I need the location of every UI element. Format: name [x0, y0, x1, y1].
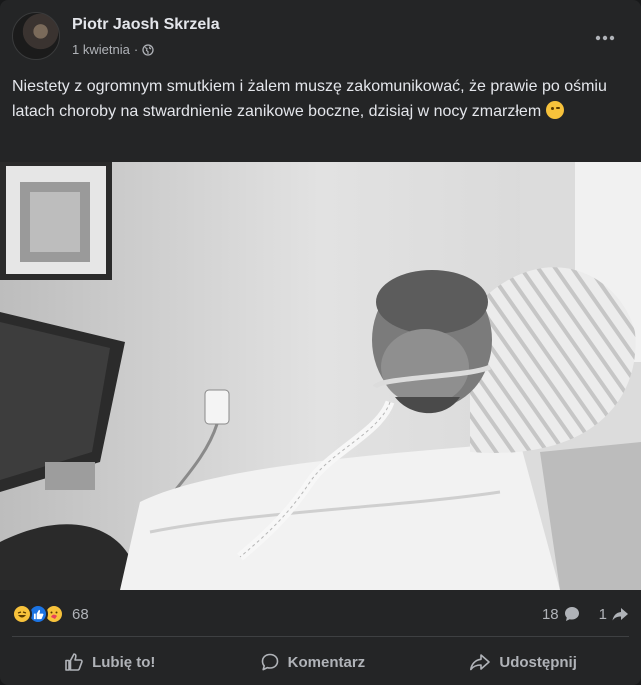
share-icon [470, 654, 491, 671]
globe-icon[interactable] [142, 43, 154, 56]
engagement-counts: 18 1 [542, 605, 629, 623]
reactions-summary[interactable]: 68 [12, 604, 89, 624]
comment-icon [261, 653, 278, 671]
post-text-body: Niestety z ogromnym smutkiem i żalem mus… [12, 78, 607, 120]
thumbs-up-icon [65, 653, 83, 671]
post-stats: 68 18 1 [12, 596, 629, 632]
share-count: 1 [598, 605, 607, 623]
reaction-count: 68 [72, 605, 89, 623]
actions-divider [12, 636, 629, 637]
more-options-icon[interactable] [587, 20, 623, 56]
share-count-link[interactable]: 1 [599, 605, 629, 623]
haha-reaction-icon [12, 604, 32, 624]
comment-bubble-icon [564, 607, 579, 621]
post-header: Piotr Jaosh Skrzela 1 kwietnia · [12, 12, 629, 64]
comment-button-label: Komentarz [287, 653, 366, 671]
author-avatar[interactable] [12, 12, 60, 60]
share-arrow-icon [612, 608, 628, 621]
post-card: Piotr Jaosh Skrzela 1 kwietnia · Niestet… [0, 0, 641, 685]
author-name[interactable]: Piotr Jaosh Skrzela [72, 16, 220, 34]
comment-button[interactable]: Komentarz [244, 646, 382, 678]
comment-count-link[interactable]: 18 [542, 605, 581, 623]
like-button-label: Lubię to! [92, 653, 156, 671]
winking-smile-emoji [545, 101, 564, 119]
post-actions: Lubię to! Komentarz Udostępnij [12, 640, 629, 684]
post-text: Niestety z ogromnym smutkiem i żalem mus… [12, 74, 632, 124]
meta-separator: · [133, 42, 139, 57]
like-button[interactable]: Lubię to! [48, 646, 171, 678]
post-date[interactable]: 1 kwietnia [72, 42, 130, 57]
post-photo[interactable] [0, 162, 641, 590]
share-button-label: Udostępnij [499, 653, 577, 671]
share-button[interactable]: Udostępnij [453, 646, 593, 678]
post-meta: 1 kwietnia · [72, 42, 154, 57]
comment-count: 18 [541, 605, 559, 623]
